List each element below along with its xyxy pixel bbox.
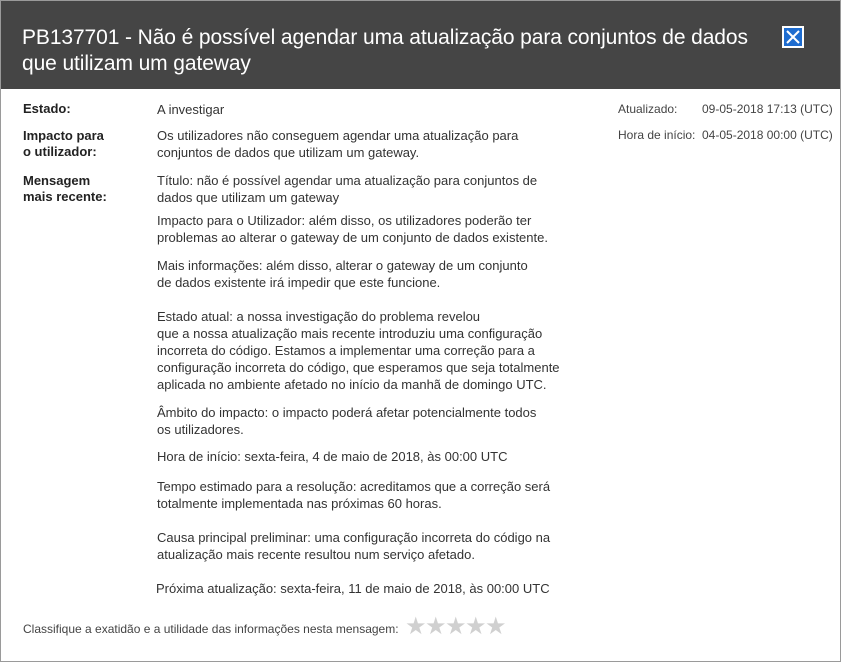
impact-label: Impacto para o utilizador:	[23, 128, 104, 159]
updated-value: 09-05-2018 17:13 (UTC)	[702, 102, 833, 116]
impact-value: Os utilizadores não conseguem agendar um…	[157, 128, 519, 160]
message-paragraph-title: Título: não é possível agendar uma atual…	[157, 173, 538, 205]
star-4-icon[interactable]: ★	[465, 615, 487, 639]
latest-message-label: Mensagem mais recente:	[23, 173, 107, 204]
state-label: Estado:	[23, 101, 71, 116]
message-paragraph-root-cause: Causa principal preliminar: uma configur…	[157, 530, 551, 562]
dialog-header: PB137701 - Não é possível agendar uma at…	[1, 1, 840, 89]
star-5-icon[interactable]: ★	[485, 615, 507, 639]
star-2-icon[interactable]: ★	[425, 615, 447, 639]
message-paragraph-user-impact: Impacto para o Utilizador: além disso, o…	[157, 213, 548, 245]
star-1-icon[interactable]: ★	[405, 615, 427, 639]
message-dialog: PB137701 - Não é possível agendar uma at…	[0, 0, 841, 662]
message-paragraph-current-status: Estado atual: a nossa investigação do pr…	[157, 309, 560, 392]
close-icon	[786, 30, 800, 44]
rating-prompt: Classifique a exatidão e a utilidade das…	[23, 622, 399, 636]
start-time-value: 04-05-2018 00:00 (UTC)	[702, 128, 833, 142]
message-paragraph-eta: Tempo estimado para a resolução: acredit…	[157, 479, 551, 511]
start-time-label: Hora de início:	[618, 128, 696, 142]
updated-label: Atualizado:	[618, 102, 678, 116]
star-rating: ★ ★ ★ ★ ★	[405, 615, 507, 639]
message-paragraph-next-update: Próxima atualização: sexta-feira, 11 de …	[156, 581, 550, 596]
message-paragraph-more-info: Mais informações: além disso, alterar o …	[157, 258, 528, 290]
message-paragraph-start-time: Hora de início: sexta-feira, 4 de maio d…	[157, 449, 508, 464]
state-value: A investigar	[157, 102, 225, 117]
star-3-icon[interactable]: ★	[445, 615, 467, 639]
close-button[interactable]	[782, 26, 804, 48]
message-paragraph-scope: Âmbito do impacto: o impacto poderá afet…	[157, 405, 537, 437]
dialog-title: PB137701 - Não é possível agendar uma at…	[22, 26, 748, 75]
